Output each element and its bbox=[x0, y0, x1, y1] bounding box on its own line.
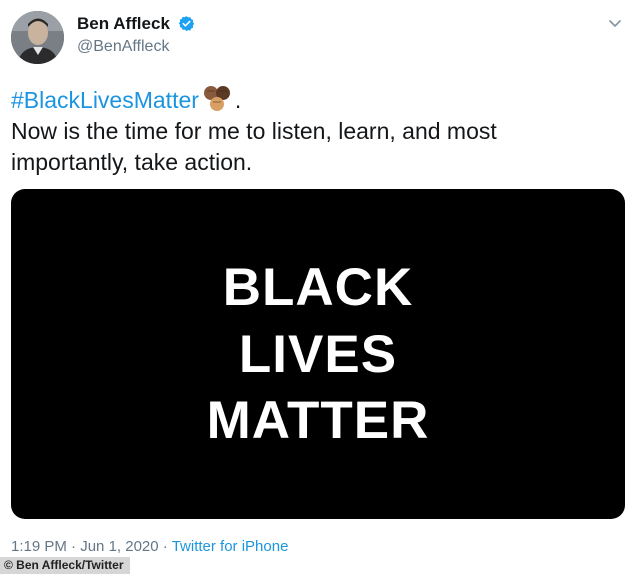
tweet-body: Now is the time for me to listen, learn,… bbox=[11, 118, 497, 175]
raised-fists-emoji-icon bbox=[203, 86, 230, 111]
meta-separator: · bbox=[66, 538, 81, 555]
avatar-photo bbox=[11, 11, 64, 64]
media-line-black: BLACK bbox=[222, 258, 414, 317]
photo-credit: © Ben Affleck/Twitter bbox=[0, 557, 130, 574]
author-name-text: Ben Affleck bbox=[77, 14, 170, 33]
tweet-hashtag-line: #BlackLivesMatter . bbox=[11, 84, 611, 116]
author-name[interactable]: Ben Affleck bbox=[77, 13, 195, 35]
media-line-lives: LIVES bbox=[238, 325, 398, 384]
author-handle[interactable]: @BenAffleck bbox=[77, 37, 169, 57]
tweet-date[interactable]: Jun 1, 2020 bbox=[80, 538, 158, 555]
tweet-time[interactable]: 1:19 PM bbox=[11, 538, 67, 555]
media-line-matter: MATTER bbox=[206, 391, 430, 450]
avatar[interactable] bbox=[11, 11, 64, 64]
chevron-down-icon[interactable] bbox=[606, 14, 624, 32]
meta-separator: · bbox=[158, 538, 172, 555]
tweet-text: #BlackLivesMatter . Now is the time for … bbox=[11, 84, 611, 178]
tweet-meta: 1:19 PM · Jun 1, 2020 · Twitter for iPho… bbox=[11, 538, 288, 556]
verified-badge-icon bbox=[178, 16, 194, 31]
hashtag-link[interactable]: #BlackLivesMatter bbox=[11, 87, 199, 113]
hashtag-trailing-period: . bbox=[234, 87, 242, 113]
tweet-card: Ben Affleck @BenAffleck #BlackLivesMatte… bbox=[0, 0, 634, 574]
tweet-source-link[interactable]: Twitter for iPhone bbox=[172, 538, 289, 555]
